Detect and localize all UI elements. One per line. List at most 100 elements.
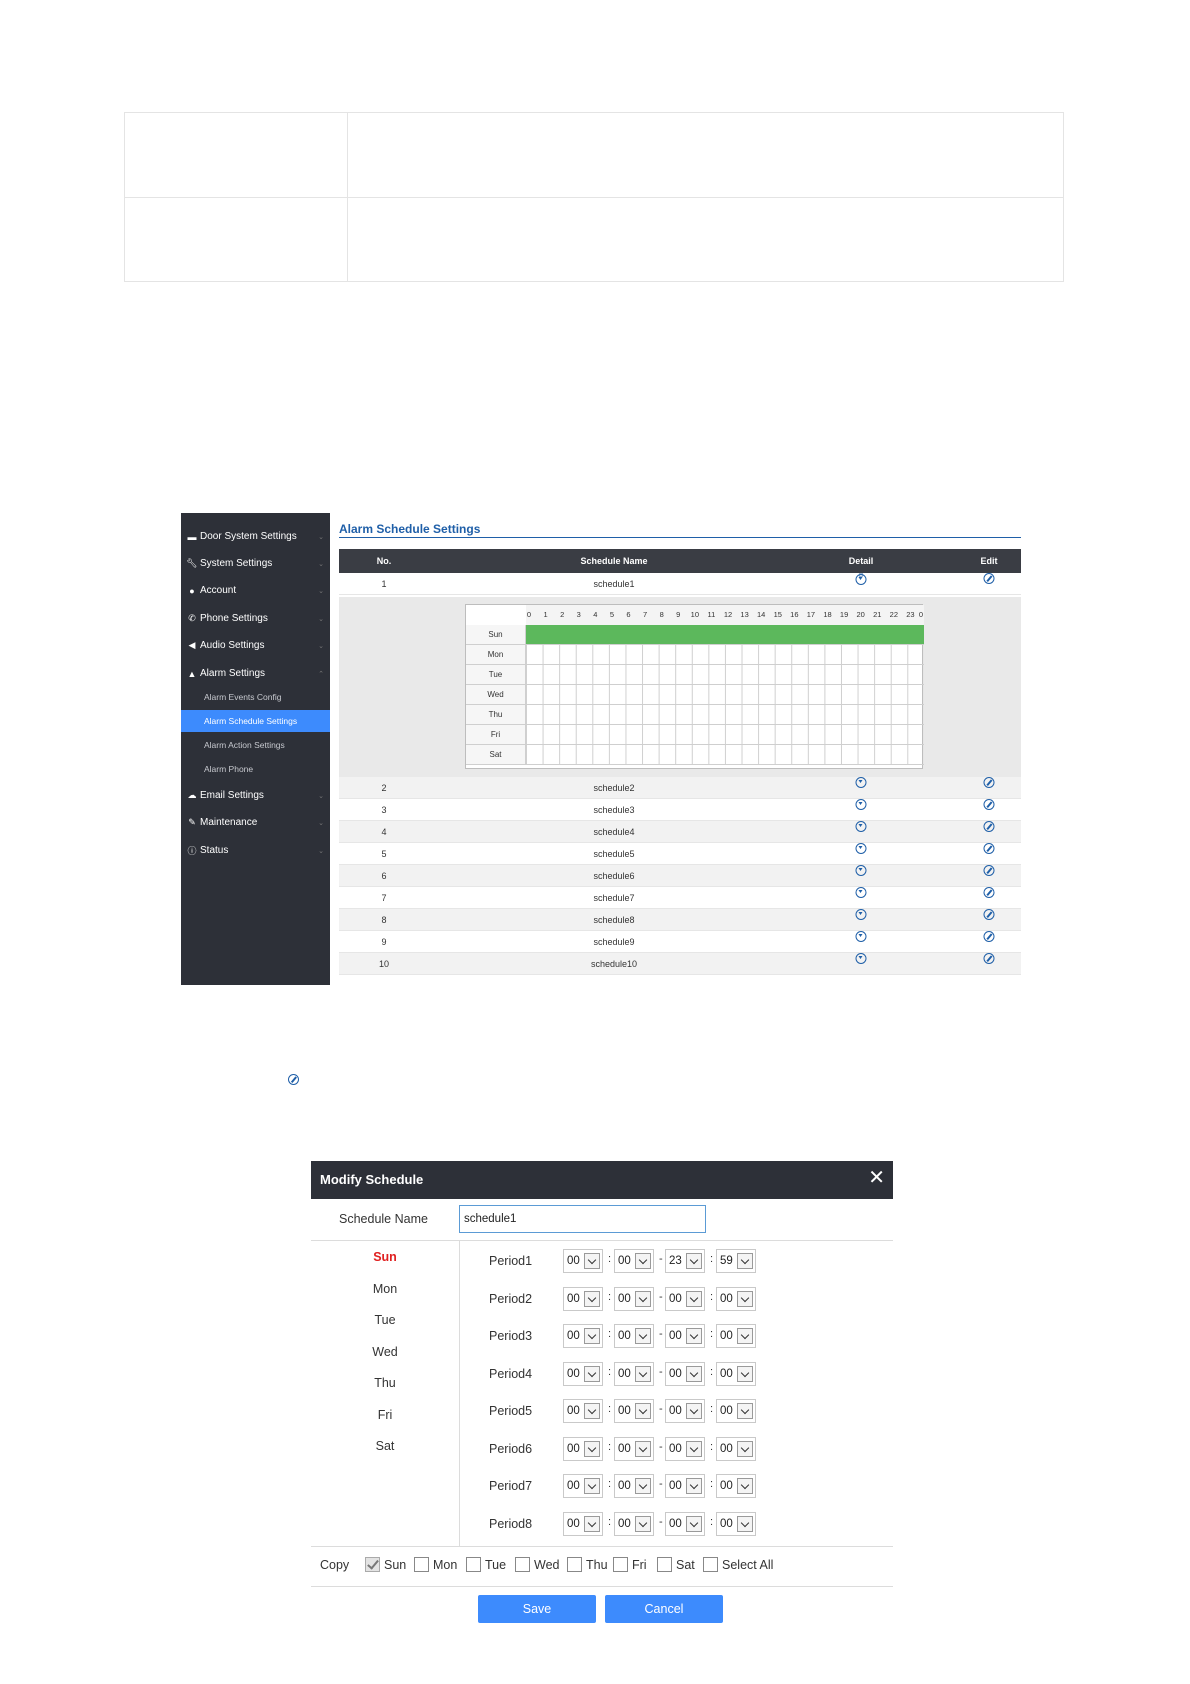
expand-circle-icon — [855, 777, 867, 788]
copy-checkbox-select-all[interactable] — [703, 1557, 718, 1572]
sidebar-item-phone-settings[interactable]: ✆ Phone Settings ⌄ — [181, 605, 330, 632]
time-select-start-h[interactable]: 00 — [563, 1511, 603, 1536]
time-select-value: 00 — [618, 1255, 631, 1267]
sidebar-item-maintenance[interactable]: ✎ Maintenance ⌄ — [181, 809, 330, 836]
cancel-button[interactable]: Cancel — [605, 1595, 723, 1623]
sidebar-item-email-settings[interactable]: ☁ Email Settings ⌄ — [181, 782, 330, 809]
day-tab-fri[interactable]: Fri — [311, 1408, 459, 1422]
sidebar-item-account[interactable]: ● Account ⌄ — [181, 577, 330, 604]
time-select-start-m[interactable]: 00 — [614, 1286, 654, 1311]
time-select-start-m[interactable]: 00 — [614, 1361, 654, 1386]
schedule-name: schedule4 — [593, 827, 635, 837]
time-select-start-m[interactable]: 00 — [614, 1324, 654, 1348]
time-select-end-h[interactable]: 00 — [665, 1511, 705, 1536]
time-select-end-h[interactable]: 00 — [665, 1399, 705, 1423]
schedule-detail-panel: 0 1 2 3 4 5 6 7 8 9 10 11 12 13 14 15 16 17 18 19 20 21 22 23 0 … — [339, 597, 1021, 777]
hour-tick-label: 11 — [707, 610, 716, 619]
grid-day-label: Sat — [466, 745, 526, 765]
sidebar-item-door-system-settings[interactable]: ▬ Door System Settings ⌄ — [181, 523, 330, 550]
copy-checkbox-fri[interactable] — [613, 1557, 628, 1572]
time-select-start-m[interactable]: 00 — [614, 1511, 654, 1536]
copy-checkbox-tue[interactable] — [466, 1557, 481, 1572]
schedule-name-input[interactable] — [459, 1205, 706, 1233]
expand-circle-icon — [855, 799, 867, 810]
time-select-end-m[interactable]: 00 — [716, 1474, 756, 1498]
edit-circle-icon — [288, 1074, 299, 1085]
chevron-down-icon — [635, 1365, 651, 1382]
sidebar-sub-alarm-schedule-settings[interactable]: Alarm Schedule Settings — [181, 710, 330, 732]
time-select-start-h[interactable]: 00 — [563, 1361, 603, 1386]
time-select-end-m[interactable]: 00 — [716, 1511, 756, 1536]
edit-circle-icon — [983, 821, 995, 832]
schedule-name: schedule8 — [593, 915, 635, 925]
time-select-value: 00 — [567, 1480, 580, 1492]
time-select-end-h[interactable]: 00 — [665, 1361, 705, 1386]
chevron-down-icon — [635, 1403, 651, 1419]
day-tab-wed[interactable]: Wed — [311, 1345, 459, 1359]
schedule-name: schedule9 — [593, 937, 635, 947]
time-select-end-h[interactable]: 00 — [665, 1474, 705, 1498]
time-select-end-m[interactable]: 00 — [716, 1399, 756, 1423]
time-select-value: 00 — [567, 1405, 580, 1417]
chevron-up-icon: ⌃ — [318, 670, 324, 678]
copy-checkbox-sun[interactable] — [365, 1557, 380, 1572]
dialog-title: Modify Schedule — [320, 1172, 424, 1187]
save-button[interactable]: Save — [478, 1595, 596, 1623]
time-select-end-h[interactable]: 00 — [665, 1286, 705, 1311]
edit-circle-icon — [983, 887, 995, 898]
time-select-end-h[interactable]: 00 — [665, 1436, 705, 1461]
time-select-start-h[interactable]: 00 — [563, 1324, 603, 1348]
time-select-end-h[interactable]: 00 — [665, 1324, 705, 1348]
time-select-value: 00 — [567, 1367, 580, 1380]
sidebar-sub-alarm-phone[interactable]: Alarm Phone — [181, 758, 330, 780]
time-select-start-h[interactable]: 00 — [563, 1286, 603, 1311]
time-select-start-m[interactable]: 00 — [614, 1436, 654, 1461]
sidebar-sub-alarm-events-config[interactable]: Alarm Events Config — [181, 686, 330, 708]
day-tab-sun[interactable]: Sun — [311, 1250, 459, 1264]
hour-tick-label: 4 — [593, 610, 598, 619]
hour-tick-label: 14 — [756, 610, 766, 619]
time-select-value: 00 — [720, 1405, 733, 1417]
copy-checkbox-thu[interactable] — [567, 1557, 582, 1572]
time-select-end-h[interactable]: 23 — [665, 1249, 705, 1273]
time-select-start-h[interactable]: 00 — [563, 1399, 603, 1423]
sidebar-item-audio-settings[interactable]: ◀ Audio Settings ⌄ — [181, 632, 330, 659]
time-select-start-h[interactable]: 00 — [563, 1474, 603, 1498]
time-select-end-m[interactable]: 59 — [716, 1249, 756, 1273]
time-select-end-m[interactable]: 00 — [716, 1361, 756, 1386]
copy-checkbox-wed[interactable] — [515, 1557, 530, 1572]
grid-day-row — [526, 625, 924, 645]
close-icon[interactable]: ✕ — [868, 1167, 885, 1189]
day-tab-tue[interactable]: Tue — [311, 1313, 459, 1327]
day-tab-sat[interactable]: Sat — [311, 1439, 459, 1453]
time-select-end-m[interactable]: 00 — [716, 1286, 756, 1311]
sidebar-item-status[interactable]: ⓘ Status ⌄ — [181, 837, 330, 864]
hour-tick-label: 17 — [806, 610, 816, 619]
weekly-schedule-grid: 0 1 2 3 4 5 6 7 8 9 10 11 12 13 14 15 16 17 18 19 20 21 22 23 0 … — [465, 604, 924, 769]
time-select-start-m[interactable]: 00 — [614, 1474, 654, 1498]
time-select-start-h[interactable]: 00 — [563, 1249, 603, 1273]
sidebar-sub-alarm-action-settings[interactable]: Alarm Action Settings — [181, 734, 330, 756]
time-select-start-m[interactable]: 00 — [614, 1399, 654, 1423]
expand-circle-icon — [855, 931, 867, 942]
chevron-down-icon — [635, 1440, 651, 1457]
time-select-value: 00 — [669, 1292, 682, 1305]
time-select-end-m[interactable]: 00 — [716, 1436, 756, 1461]
day-tab-thu[interactable]: Thu — [311, 1376, 459, 1390]
time-select-start-m[interactable]: 00 — [614, 1249, 654, 1273]
grid-day-row — [526, 705, 924, 725]
time-select-value: 00 — [720, 1517, 733, 1530]
sidebar-item-alarm-settings[interactable]: ▲ Alarm Settings ⌃ — [181, 660, 330, 687]
copy-checkbox-sat[interactable] — [657, 1557, 672, 1572]
time-separator: : — [608, 1365, 612, 1378]
title-divider — [339, 537, 1021, 538]
time-select-end-m[interactable]: 00 — [716, 1324, 756, 1348]
table-row: 7 schedule7 — [339, 887, 1021, 909]
copy-checkbox-mon[interactable] — [414, 1557, 429, 1572]
time-separator: : — [608, 1403, 612, 1415]
time-separator: : — [710, 1365, 714, 1378]
row-number: 5 — [381, 849, 387, 859]
time-select-start-h[interactable]: 00 — [563, 1436, 603, 1461]
day-tab-mon[interactable]: Mon — [311, 1282, 459, 1296]
sidebar-item-system-settings[interactable]: 🔧︎ System Settings ⌄ — [181, 550, 330, 577]
